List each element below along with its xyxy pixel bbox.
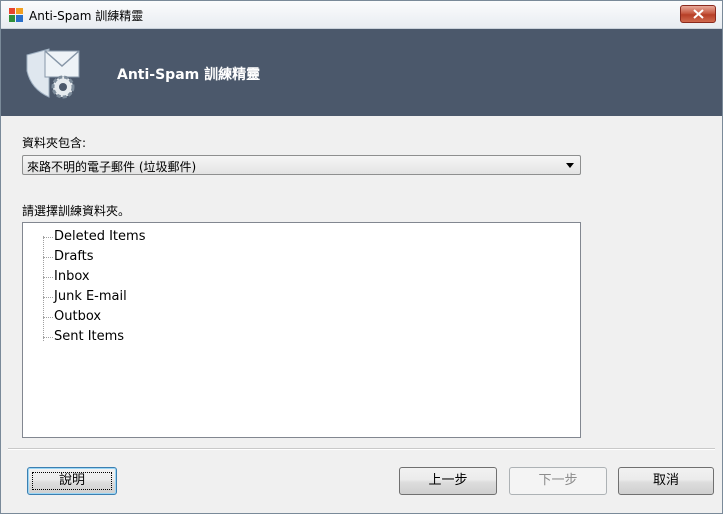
cancel-button-label: 取消 <box>652 473 679 488</box>
back-button-label: 上一步 <box>428 473 468 488</box>
tree-item-label: Outbox <box>54 309 102 324</box>
tree-item-label: Drafts <box>54 249 94 264</box>
shield-envelope-gear-icon <box>19 41 87 109</box>
tree-item-label: Sent Items <box>54 329 125 344</box>
folder-contains-value: 來路不明的電子郵件 (垃圾郵件) <box>27 160 197 174</box>
close-x-icon <box>693 9 704 19</box>
tree-item-label: Inbox <box>54 269 90 284</box>
folder-contains-select[interactable]: 來路不明的電子郵件 (垃圾郵件) <box>22 155 581 175</box>
help-button[interactable]: 說明 <box>27 467 117 495</box>
tree-item-label: Junk E-mail <box>54 289 127 304</box>
avg-logo-icon <box>8 7 24 23</box>
select-folder-label: 請選擇訓練資料夾。 <box>22 204 131 218</box>
close-button[interactable] <box>680 5 716 23</box>
next-button-label: 下一步 <box>538 473 578 488</box>
folder-tree[interactable]: Deleted Items Drafts Inbox Junk E-mail O… <box>22 222 581 438</box>
folder-contains-label: 資料夾包含: <box>22 136 87 150</box>
tree-connector <box>43 236 44 341</box>
footer-divider <box>8 448 715 450</box>
next-button[interactable]: 下一步 <box>509 467 607 495</box>
title-bar[interactable]: Anti-Spam 訓練精靈 <box>1 1 722 29</box>
dialog-window: Anti-Spam 訓練精靈 Anti-Spam 訓練精靈 資料夾包含: 來路不… <box>0 0 723 514</box>
header-banner: Anti-Spam 訓練精靈 <box>1 29 722 116</box>
window-title: Anti-Spam 訓練精靈 <box>29 9 144 23</box>
back-button[interactable]: 上一步 <box>399 467 497 495</box>
cancel-button[interactable]: 取消 <box>618 467 714 495</box>
dropdown-arrow-icon <box>566 163 574 168</box>
banner-title: Anti-Spam 訓練精靈 <box>117 67 261 83</box>
tree-item-label: Deleted Items <box>54 229 146 244</box>
